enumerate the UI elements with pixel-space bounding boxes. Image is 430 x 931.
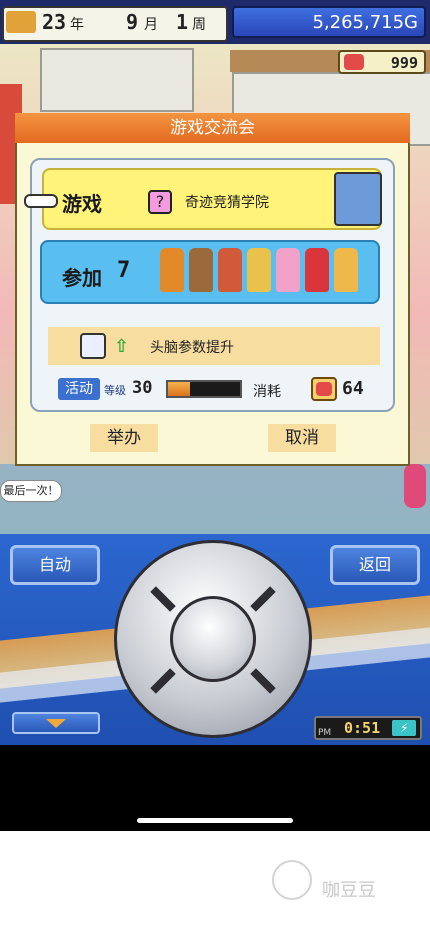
clock-period: PM <box>318 728 332 738</box>
pointing-hand-icon <box>24 194 58 208</box>
join-label: 参加 <box>62 266 102 290</box>
level-bar <box>166 380 242 398</box>
dpad-divider <box>250 668 276 694</box>
question-icon: ? <box>148 190 172 214</box>
arrow-up-icon: ⇧ <box>114 336 130 357</box>
back-button[interactable]: 返回 <box>330 545 420 585</box>
participant-sprites <box>160 248 370 296</box>
hold-button[interactable]: 举办 <box>90 424 158 452</box>
pedestrian-sprite <box>404 464 426 508</box>
money-display: 5,265,715G <box>232 6 426 38</box>
boost-text: 头脑参数提升 <box>150 340 234 356</box>
level-bar-fill <box>168 382 190 396</box>
year-unit: 年 <box>70 17 84 33</box>
year-value: 23 <box>42 10 67 34</box>
week-unit: 周 <box>192 17 206 33</box>
chevron-down-icon <box>46 719 66 728</box>
arcade-machine-icon <box>334 172 382 226</box>
join-count: 7 <box>117 258 131 283</box>
activity-badge: 活动 <box>58 378 100 400</box>
clock-time: 0:51 <box>344 719 381 737</box>
game-name: 奇迹竞猜学院 <box>185 195 269 211</box>
auto-button[interactable]: 自动 <box>10 545 100 585</box>
heart-icon <box>344 54 364 70</box>
dpad-divider <box>250 586 276 612</box>
battery-icon: ⚡ <box>392 720 416 736</box>
participant-sprite <box>334 248 358 292</box>
week-value: 1 <box>176 10 189 34</box>
level-label: 等级 <box>104 384 126 397</box>
consume-label: 消耗 <box>253 384 281 400</box>
hearts-counter: 999 <box>338 50 426 74</box>
brain-icon <box>80 333 106 359</box>
participant-sprite <box>305 248 329 292</box>
watermark-logo-icon <box>272 860 312 900</box>
watermark-text: 咖豆豆 <box>322 880 376 901</box>
game-label: 游戏 <box>62 192 102 216</box>
scene-banner: 最后一次！ <box>0 480 62 502</box>
level-value: 30 <box>132 378 153 398</box>
home-indicator[interactable] <box>137 818 293 823</box>
dpad-divider <box>150 668 176 694</box>
season-icon <box>6 11 36 33</box>
building <box>40 48 194 112</box>
hearts-value: 999 <box>390 54 418 72</box>
status-bar: 23 年 9 月 1 周 5,265,715G <box>0 0 430 44</box>
participant-sprite <box>247 248 271 292</box>
month-value: 9 <box>126 10 139 34</box>
cancel-button[interactable]: 取消 <box>268 424 336 452</box>
participant-sprite <box>160 248 184 292</box>
consume-value: 64 <box>342 378 364 399</box>
street <box>0 464 430 534</box>
dpad-divider <box>150 586 176 612</box>
dialog-title: 游戏交流会 <box>15 113 410 143</box>
dpad-center-button[interactable] <box>170 596 256 682</box>
participant-sprite <box>218 248 242 292</box>
month-unit: 月 <box>144 17 158 33</box>
participant-sprite <box>189 248 213 292</box>
cost-heart-icon <box>311 377 337 401</box>
participant-sprite <box>276 248 300 292</box>
menu-down-button[interactable] <box>12 712 100 734</box>
date-display: 23 年 9 月 1 周 <box>2 6 228 42</box>
